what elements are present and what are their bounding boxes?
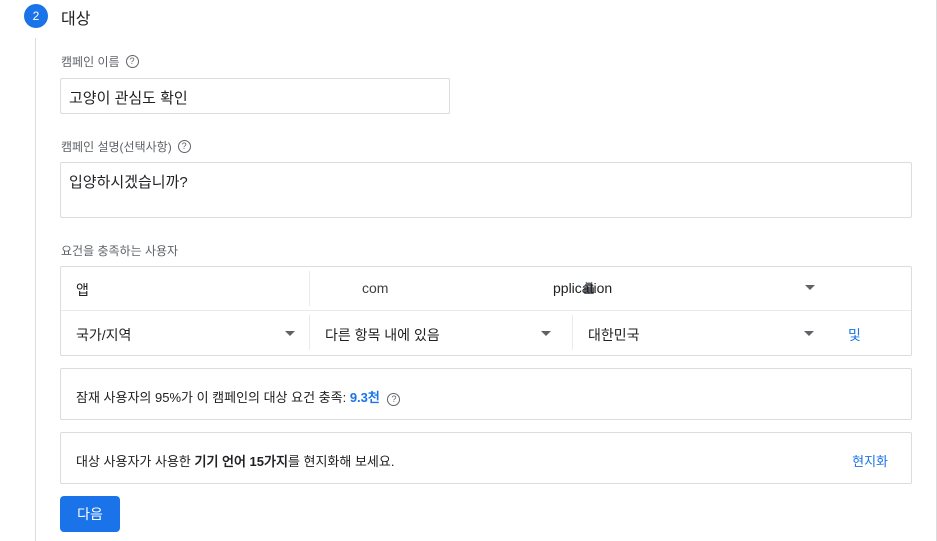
campaign-desc-label-text: 캠페인 설명(선택사항) — [61, 140, 172, 154]
step-connector-line — [35, 38, 36, 541]
localize-text-bold: 기기 언어 15가지 — [194, 454, 288, 469]
chevron-down-icon — [285, 331, 295, 336]
and-condition-button[interactable]: 및 — [848, 325, 861, 345]
step-number: 2 — [32, 9, 40, 23]
chevron-down-icon — [804, 331, 814, 336]
app-id-prefix: com — [362, 280, 389, 296]
next-button[interactable]: 다음 — [60, 496, 120, 532]
help-icon[interactable]: ? — [125, 55, 139, 68]
audience-conditions: 앱 com pplication 국가/지역 다른 항목 내에 있음 대한민국 … — [60, 266, 912, 356]
cell-divider — [309, 271, 310, 306]
help-icon[interactable]: ? — [387, 393, 401, 406]
chevron-down-icon[interactable] — [805, 285, 815, 290]
audience-label: 요건을 충족하는 사용자 — [61, 242, 178, 259]
app-select[interactable]: com pplication — [311, 267, 861, 310]
field-select-value: 국가/지역 — [76, 327, 132, 343]
audience-label-text: 요건을 충족하는 사용자 — [61, 244, 179, 258]
step-number-badge: 2 — [24, 4, 48, 28]
app-id-suffix: pplication — [553, 280, 613, 296]
step-title: 대상 — [61, 11, 91, 28]
campaign-desc-label: 캠페인 설명(선택사항) ? — [61, 138, 191, 155]
campaign-desc-textarea[interactable]: 입양하시겠습니까? — [60, 162, 912, 218]
help-icon[interactable]: ? — [177, 140, 191, 153]
campaign-name-value: 고양이 관심도 확인 — [69, 90, 188, 107]
estimate-prefix: 잠재 사용자의 95%가 이 캠페인의 대상 요건 충족: — [76, 390, 350, 405]
localize-text-after: 를 현지화해 보세요. — [287, 454, 395, 469]
value-select-value: 대한민국 — [588, 327, 640, 343]
localize-button[interactable]: 현지화 — [852, 451, 888, 470]
localize-text: 대상 사용자가 사용한 기기 언어 15가지를 현지화해 보세요. — [76, 451, 394, 470]
audience-estimate: 잠재 사용자의 95%가 이 캠페인의 대상 요건 충족: 9.3천 ? — [60, 368, 912, 420]
estimate-count: 9.3천 — [349, 390, 380, 405]
estimate-text: 잠재 사용자의 95%가 이 캠페인의 대상 요건 충족: 9.3천 ? — [76, 387, 401, 406]
campaign-name-input[interactable]: 고양이 관심도 확인 — [60, 78, 450, 114]
campaign-desc-value: 입양하시겠습니까? — [69, 174, 188, 191]
field-select[interactable]: 국가/지역 — [61, 311, 309, 355]
value-select[interactable]: 대한민국 — [573, 311, 823, 355]
localize-text-before: 대상 사용자가 사용한 — [76, 454, 195, 469]
localize-banner: 대상 사용자가 사용한 기기 언어 15가지를 현지화해 보세요. 현지화 — [60, 432, 912, 484]
page: 2 대상 캠페인 이름 ? 고양이 관심도 확인 캠페인 설명(선택사항) ? … — [0, 0, 937, 541]
chevron-down-icon — [541, 331, 551, 336]
campaign-name-label: 캠페인 이름 ? — [61, 53, 139, 70]
operator-select-value: 다른 항목 내에 있음 — [325, 327, 440, 343]
condition-type-label: 앱 — [76, 282, 89, 298]
campaign-name-label-text: 캠페인 이름 — [61, 55, 120, 69]
operator-select[interactable]: 다른 항목 내에 있음 — [310, 311, 572, 355]
